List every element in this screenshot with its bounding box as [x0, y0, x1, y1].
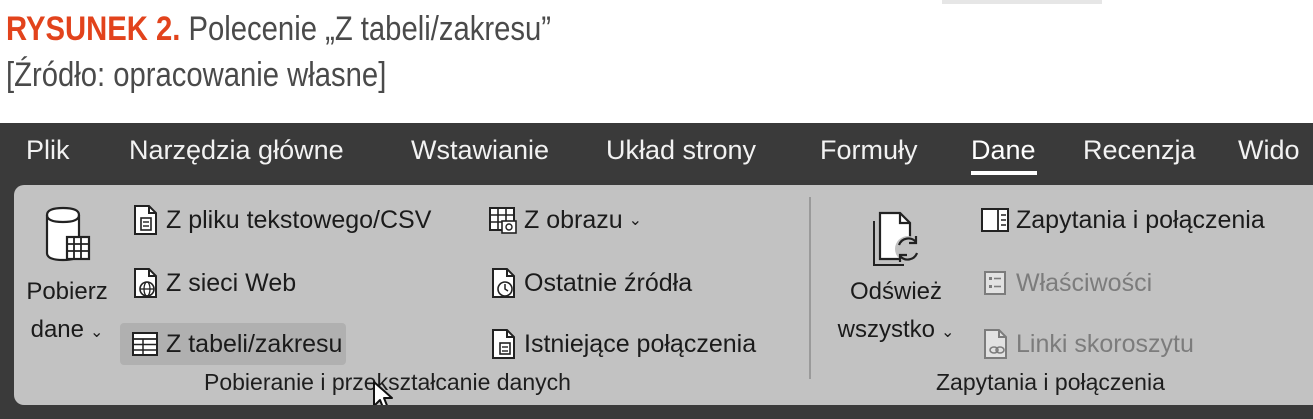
from-web-label: Z sieci Web: [166, 268, 297, 297]
from-table-range-button[interactable]: Z tabeli/zakresu: [120, 323, 347, 365]
chevron-down-icon: ⌄: [940, 324, 955, 341]
tab-formuly[interactable]: Formuły: [820, 135, 918, 166]
workbook-links-icon: [984, 329, 1007, 359]
caption-title-line: RYSUNEK 2. Polecenie „Z tabeli/zakresu”: [6, 6, 551, 52]
chevron-down-icon: ⌄: [89, 324, 104, 341]
web-file-icon: [134, 268, 157, 298]
top-fragment: [942, 0, 1102, 4]
active-tab-indicator: [971, 171, 1037, 175]
recent-sources-label: Ostatnie źródła: [524, 268, 693, 297]
picture-table-icon: [489, 207, 517, 234]
table-icon: [132, 332, 158, 356]
database-icon: [45, 206, 91, 262]
existing-connections-button[interactable]: Istniejące połączenia: [488, 323, 756, 365]
figure-title: Polecenie „Z tabeli/zakresu”: [180, 10, 551, 48]
get-data-button[interactable]: Pobierz dane ⌄: [20, 205, 114, 352]
workbook-links-button[interactable]: Linki skoroszytu: [980, 323, 1194, 365]
recent-sources-button[interactable]: Ostatnie źródła: [488, 262, 692, 304]
properties-icon: [984, 271, 1006, 295]
figure-source: [Źródło: opracowanie własne]: [6, 56, 387, 94]
chevron-down-icon: ⌄: [628, 212, 643, 229]
get-data-label-1: Pobierz: [26, 278, 108, 305]
excel-window: Plik Narzędzia główne Wstawianie Układ s…: [0, 123, 1313, 419]
group-separator: [809, 197, 811, 379]
properties-button[interactable]: Właściwości: [980, 262, 1152, 304]
figure-caption: RYSUNEK 2. Polecenie „Z tabeli/zakresu” …: [6, 6, 551, 98]
ribbon-tabs: Plik Narzędzia główne Wstawianie Układ s…: [0, 123, 1313, 185]
tab-narzedzia-glowne[interactable]: Narzędzia główne: [129, 135, 344, 166]
refresh-all-label-2: wszystko ⌄: [837, 316, 955, 343]
queries-connections-button[interactable]: Zapytania i połączenia: [980, 199, 1265, 241]
queries-connections-label: Zapytania i połączenia: [1016, 205, 1265, 234]
recent-sources-icon: [492, 268, 515, 298]
from-text-csv-label: Z pliku tekstowego/CSV: [166, 205, 432, 234]
from-table-range-label: Z tabeli/zakresu: [166, 329, 343, 358]
from-picture-label: Z obrazu: [524, 205, 623, 234]
group-label-queries-connections: Zapytania i połączenia: [936, 369, 1165, 395]
tab-recenzja[interactable]: Recenzja: [1083, 135, 1196, 166]
tab-widok[interactable]: Wido: [1238, 135, 1300, 166]
properties-label: Właściwości: [1016, 268, 1153, 297]
figure-label: RYSUNEK 2.: [6, 10, 181, 48]
existing-connections-label: Istniejące połączenia: [524, 329, 757, 358]
workbook-links-label: Linki skoroszytu: [1016, 329, 1194, 358]
refresh-all-button[interactable]: Odśwież wszystko ⌄: [826, 205, 966, 352]
from-picture-button[interactable]: Z obrazu ⌄: [488, 199, 642, 241]
tab-uklad-strony[interactable]: Układ strony: [606, 135, 756, 166]
tab-dane[interactable]: Dane: [971, 135, 1036, 166]
ribbon-bottom-bar: [0, 405, 1313, 419]
tab-wstawianie[interactable]: Wstawianie: [411, 135, 549, 166]
from-web-button[interactable]: Z sieci Web: [130, 262, 296, 304]
from-text-csv-button[interactable]: Z pliku tekstowego/CSV: [130, 199, 431, 241]
ribbon-panel: Pobierz dane⌄ Z pliku tekstowego/CSV Z: [14, 185, 1313, 411]
tab-plik[interactable]: Plik: [26, 135, 70, 166]
get-data-label-2: dane ⌄: [30, 316, 104, 343]
text-file-icon: [134, 205, 157, 235]
existing-connections-icon: [492, 329, 515, 359]
queries-pane-icon: [981, 208, 1009, 232]
refresh-all-label-1: Odśwież: [849, 278, 943, 305]
refresh-all-icon: [873, 211, 921, 266]
